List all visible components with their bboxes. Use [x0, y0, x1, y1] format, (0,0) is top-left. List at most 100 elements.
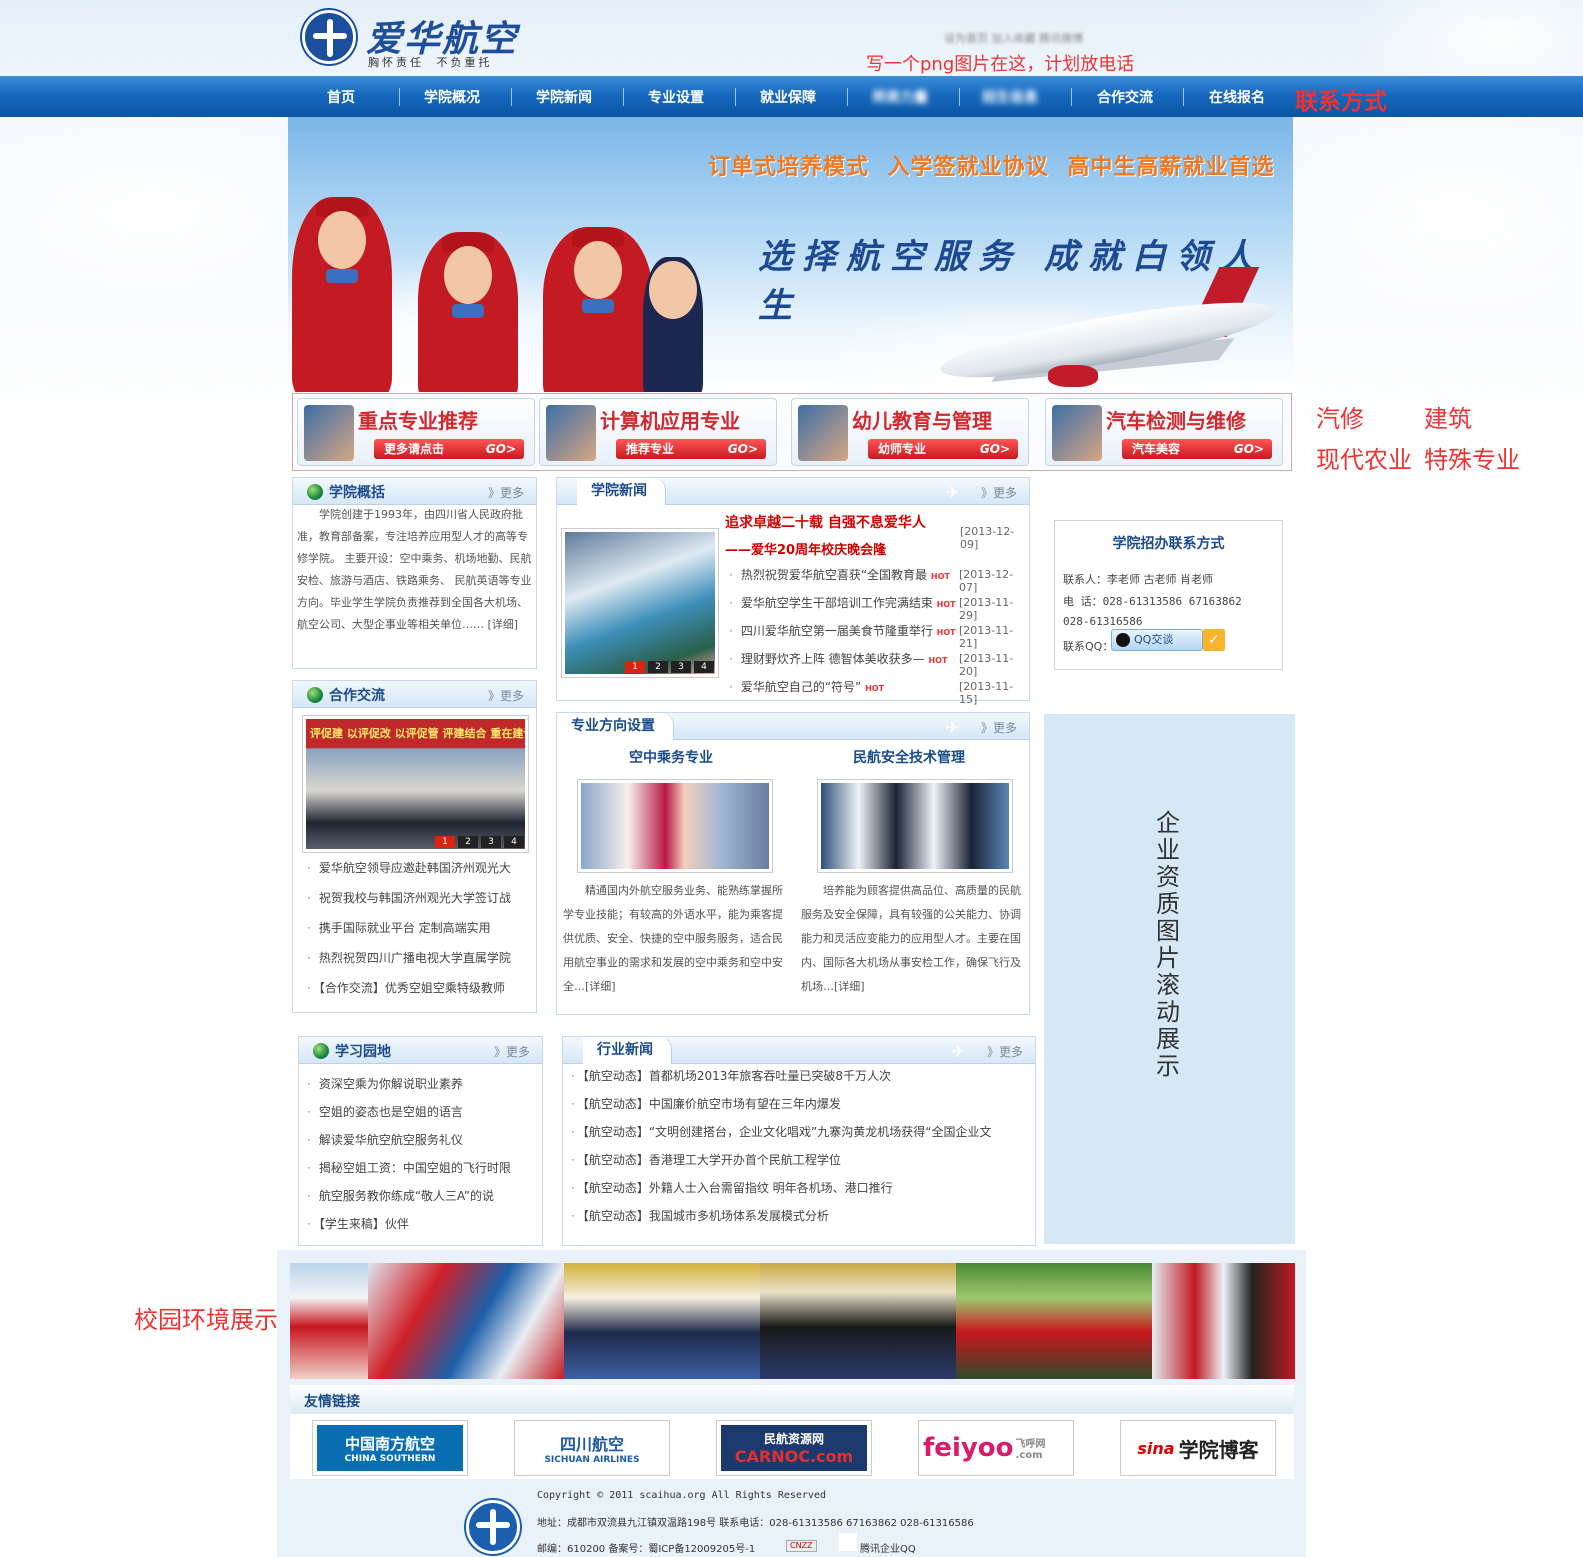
cooperation-slideshow[interactable]: 评促建 以评促改 以评促管 评建结合 重在建设 1234: [302, 715, 529, 853]
promo-go-button[interactable]: 推荐专业 GO>: [616, 439, 766, 459]
link-sub: 学院博客: [1178, 1437, 1259, 1462]
qq-chat-button[interactable]: QQ交谈: [1111, 629, 1203, 651]
majors-more-link[interactable]: 》更多: [981, 719, 1017, 736]
pager-dot[interactable]: 2: [648, 661, 668, 673]
list-item[interactable]: 热烈祝贺爱华航空喜获“全国教育最 HOT: [729, 566, 959, 583]
slideshow-pager[interactable]: 1234: [622, 661, 714, 673]
list-item[interactable]: 爱华航空学生干部培训工作完满结束 HOT: [729, 594, 959, 611]
list-item-text: 【航空动态】中国廉价航空市场有望在三年内爆发: [582, 1097, 841, 1111]
campus-photo[interactable]: [368, 1263, 564, 1379]
overview-more-link[interactable]: 》更多: [488, 484, 524, 501]
campus-photo[interactable]: [956, 1263, 1152, 1379]
promo-go-button[interactable]: 更多请点击 GO>: [374, 439, 524, 459]
contact-qq-label: 联系QQ：: [1063, 640, 1114, 653]
promo-row: 重点专业推荐 更多请点击 GO> 计算机应用专业 推荐专业 GO> 幼儿教育与管理 …: [292, 393, 1292, 471]
list-item[interactable]: 祝贺我校与韩国济州观光大学签订战: [307, 889, 532, 906]
links-header: 友情链接: [290, 1385, 1294, 1413]
link-carnoc[interactable]: 民航资源网 CARNOC.com: [716, 1420, 872, 1476]
nav-news[interactable]: 学院新闻: [536, 87, 592, 107]
nav-admissions[interactable]: 招生信息: [982, 87, 1038, 107]
major-security-photo[interactable]: [817, 779, 1013, 873]
industry-more-link[interactable]: 》更多: [987, 1043, 1023, 1060]
news-more-link[interactable]: 》更多: [981, 484, 1017, 501]
major-security-title[interactable]: 民航安全技术管理: [853, 747, 965, 767]
major-cabin-photo[interactable]: [577, 779, 773, 873]
list-item[interactable]: 【航空动态】中国廉价航空市场有望在三年内爆发: [571, 1095, 1031, 1112]
study-more-link[interactable]: 》更多: [494, 1043, 530, 1060]
link-logo: 中国南方航空 CHINA SOUTHERN: [317, 1425, 463, 1471]
nav-cooperation[interactable]: 合作交流: [1097, 87, 1153, 107]
nav-majors[interactable]: 专业设置: [648, 87, 704, 107]
pager-dot[interactable]: 1: [435, 836, 455, 848]
link-feiyoo[interactable]: feiyoo 飞呼网 .com: [918, 1420, 1074, 1476]
list-item[interactable]: 揭秘空姐工资：中国空姐的飞行时限: [307, 1159, 539, 1176]
nav-overview[interactable]: 学院概况: [424, 87, 480, 107]
list-item[interactable]: 理财野炊齐上阵 德智体美收获多— HOT: [729, 650, 959, 667]
list-item[interactable]: 四川爱华航空第一届美食节隆重举行 HOT: [729, 622, 959, 639]
list-item[interactable]: 【合作交流】优秀空姐空乘特级教师: [307, 979, 532, 996]
cooperation-more-link[interactable]: 》更多: [488, 687, 524, 704]
promo-photo: [546, 405, 596, 461]
campus-photo[interactable]: [1152, 1263, 1295, 1379]
overview-header: 学院概括 》更多: [293, 478, 536, 505]
news-headline-sub[interactable]: ——爱华20周年校庆晚会隆: [725, 539, 886, 558]
cnzz-badge[interactable]: CNZZ: [786, 1540, 817, 1552]
nav-faculty[interactable]: 师资力量: [872, 87, 928, 107]
news-title: 学院新闻: [577, 478, 666, 505]
campus-photo[interactable]: [760, 1263, 956, 1379]
list-item-text: 热烈祝贺四川广播电视大学直属学院: [318, 951, 511, 965]
list-item[interactable]: 【航空动态】香港理工大学开办首个民航工程学位: [571, 1151, 1031, 1168]
major-cabin-title[interactable]: 空中乘务专业: [629, 747, 713, 767]
pager-dot[interactable]: 3: [481, 836, 501, 848]
list-item[interactable]: 航空服务教你练成“敬人三A”的说: [307, 1187, 539, 1204]
nav-home[interactable]: 首页: [327, 87, 355, 107]
link-china-southern[interactable]: 中国南方航空 CHINA SOUTHERN: [312, 1420, 468, 1476]
link-sina-blog[interactable]: sina 学院博客: [1120, 1420, 1276, 1476]
list-item[interactable]: 【学生来稿】伙伴: [307, 1215, 539, 1232]
list-item[interactable]: 【航空动态】我国城市多机场体系发展模式分析: [571, 1207, 1031, 1224]
list-item[interactable]: 热烈祝贺四川广播电视大学直属学院: [307, 949, 532, 966]
scarf-shape: [452, 304, 484, 318]
list-item[interactable]: 【航空动态】首都机场2013年旅客吞吐量已突破8千万人次: [571, 1067, 1031, 1084]
promo-go-button[interactable]: 幼师专业 GO>: [868, 439, 1018, 459]
nav-apply[interactable]: 在线报名: [1209, 87, 1265, 107]
list-item[interactable]: 资深空乘为你解说职业素养: [307, 1075, 539, 1092]
airplane-icon: ✈: [951, 1042, 965, 1061]
list-item[interactable]: 空姐的姿态也是空姐的语言: [307, 1103, 539, 1120]
logo-slogan: 胸怀责任 不负重托: [368, 56, 493, 69]
pager-dot[interactable]: 4: [694, 661, 714, 673]
list-item[interactable]: 【航空动态】外籍人士入台需留指纹 明年各机场、港口推行: [571, 1179, 1031, 1196]
list-item[interactable]: 爱华航空自己的“符号” HOT: [729, 678, 959, 695]
campus-photo[interactable]: [290, 1263, 368, 1379]
links-title: 友情链接: [304, 1394, 360, 1410]
slideshow-pager[interactable]: 1234: [432, 836, 524, 848]
list-item-text: 航空服务教你练成“敬人三A”的说: [318, 1189, 494, 1203]
pager-dot[interactable]: 3: [671, 661, 691, 673]
footer-qq-link[interactable]: 腾讯企业QQ: [860, 1540, 916, 1555]
pager-dot[interactable]: 2: [458, 836, 478, 848]
pager-dot[interactable]: 1: [625, 661, 645, 673]
list-item[interactable]: 【航空动态】“文明创建搭台，企业文化唱戏”九寨沟黄龙机场获得“全国企业文: [571, 1123, 1031, 1140]
logo-emblem[interactable]: [302, 10, 356, 64]
nav-separator: [511, 88, 512, 106]
nav-separator: [959, 88, 960, 106]
list-item[interactable]: 爱华航空领导应邀赴韩国济州观光大: [307, 859, 532, 876]
list-item[interactable]: 携手国际就业平台 定制高端实用: [307, 919, 532, 936]
promo-auto[interactable]: 汽车检测与维修 汽车美容 GO>: [1045, 398, 1283, 466]
promo-preschool[interactable]: 幼儿教育与管理 幼师专业 GO>: [791, 398, 1029, 466]
list-item[interactable]: 解读爱华航空航空服务礼仪: [307, 1131, 539, 1148]
nav-separator: [1183, 88, 1184, 106]
stewardess-image: [643, 257, 703, 392]
nav-employment[interactable]: 就业保障: [760, 87, 816, 107]
link-sichuan-airlines[interactable]: 四川航空 SICHUAN AIRLINES: [514, 1420, 670, 1476]
phone-note: 写一个png图片在这，计划放电话: [866, 54, 1135, 75]
news-slideshow[interactable]: 1234: [561, 528, 719, 678]
promo-key-majors[interactable]: 重点专业推荐 更多请点击 GO>: [297, 398, 535, 466]
industry-title: 行业新闻: [583, 1037, 672, 1064]
promo-computer[interactable]: 计算机应用专业 推荐专业 GO>: [539, 398, 777, 466]
news-headline[interactable]: 追求卓越二十载 自强不息爱华人: [725, 512, 926, 532]
pager-dot[interactable]: 4: [504, 836, 524, 848]
header-top-links[interactable]: 设为首页 加入收藏 腾讯微博: [944, 30, 1083, 46]
promo-go-button[interactable]: 汽车美容 GO>: [1122, 439, 1272, 459]
campus-photo[interactable]: [564, 1263, 760, 1379]
